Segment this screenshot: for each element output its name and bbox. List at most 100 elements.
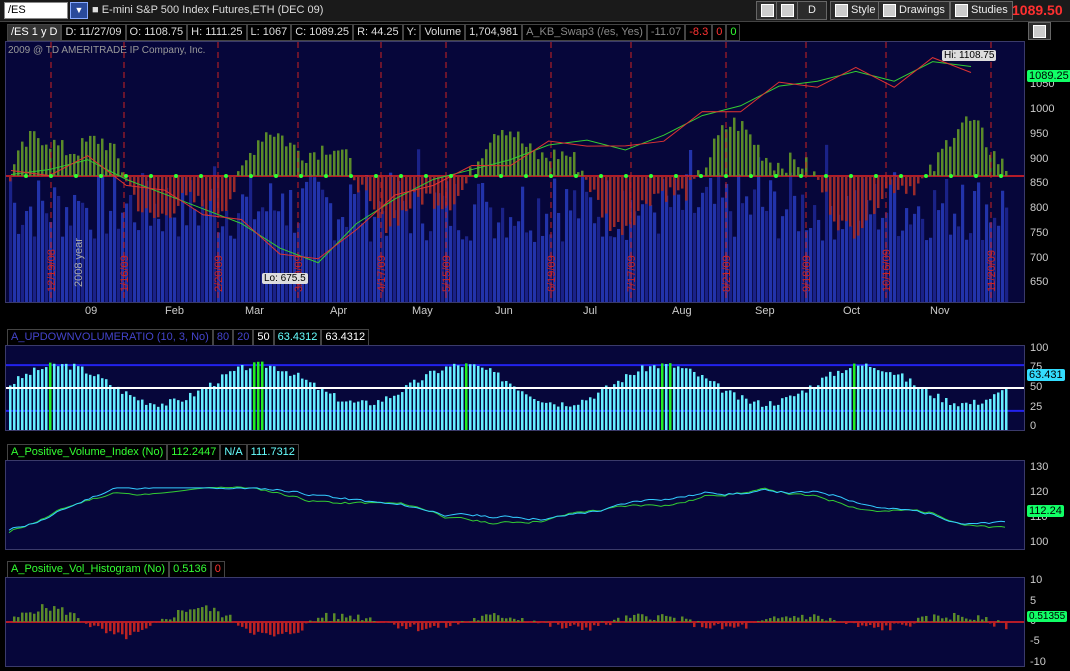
oscillator-bar	[685, 176, 688, 201]
oscillator-bar	[793, 159, 796, 176]
symbol-dropdown-button[interactable]: ▼	[70, 2, 88, 19]
volume-bar	[613, 237, 617, 302]
period-button[interactable]: D	[797, 1, 827, 20]
hist-name[interactable]: A_Positive_Vol_Histogram (No)	[7, 561, 170, 578]
ratio-bar	[337, 401, 340, 430]
hist-bar	[249, 622, 252, 634]
volume-bar	[981, 239, 985, 302]
hist-bar	[197, 608, 200, 622]
studies-label: Studies	[971, 4, 1008, 16]
hist-bar	[121, 622, 124, 635]
ratio-bar	[205, 388, 208, 430]
hist-bar	[613, 619, 616, 622]
ratio-bar	[33, 367, 36, 430]
studies-button[interactable]: Studies	[950, 1, 1013, 20]
oscillator-bar	[673, 176, 676, 196]
oscillator-bar	[845, 176, 848, 222]
oscillator-bar	[453, 176, 456, 205]
pvi-name[interactable]: A_Positive_Volume_Index (No)	[7, 444, 168, 461]
ratio-bar	[373, 404, 376, 430]
signal-dot	[724, 174, 728, 178]
oscillator-bar	[501, 130, 504, 176]
ratio-bar	[945, 398, 948, 430]
ratio-bar	[329, 393, 332, 430]
hist-bar	[117, 622, 120, 633]
hist-bar	[57, 608, 60, 622]
price-pane[interactable]: 2009 @ TD AMERITRADE IP Company, Inc. 12…	[5, 41, 1025, 303]
oscillator-bar	[161, 176, 164, 214]
volume-bar	[101, 174, 105, 302]
ratio-bar	[793, 396, 796, 430]
ratio-bar	[121, 393, 124, 430]
hist-bar	[697, 620, 700, 622]
hist-bar	[705, 622, 708, 629]
rsi-pane[interactable]	[5, 345, 1025, 431]
hist-bar	[789, 617, 792, 622]
oscillator-bar	[293, 144, 296, 176]
oscillator-bar	[565, 155, 568, 176]
ratio-bar	[829, 371, 832, 430]
signal-dot	[549, 174, 553, 178]
zoom-button[interactable]	[776, 1, 799, 20]
volume-bar	[341, 216, 345, 302]
drawings-button[interactable]: Drawings	[878, 1, 950, 20]
pvi-na: N/A	[220, 444, 247, 461]
volume-bar	[209, 188, 213, 302]
oscillator-bar	[133, 176, 136, 195]
hist-pane[interactable]	[5, 577, 1025, 667]
signal-dot	[74, 174, 78, 178]
oscillator-bar	[377, 176, 380, 219]
style-button[interactable]: Style	[830, 1, 881, 20]
chart-symbol-label[interactable]: /ES 1 y D	[7, 24, 62, 41]
axis-tick-label: -10	[1030, 655, 1046, 668]
oscillator-bar	[137, 176, 140, 212]
ratio-bar	[397, 394, 400, 430]
ratio-bar	[809, 385, 812, 430]
volume-bar	[517, 221, 521, 302]
ratio-bar	[321, 387, 324, 430]
date-marker-label: 11/20/09	[986, 250, 998, 292]
hist-bar	[845, 622, 848, 625]
volume-bar	[653, 212, 657, 302]
oscillator-bar	[893, 176, 896, 194]
hist-bar	[661, 614, 664, 622]
last-price: 1089.50	[1012, 2, 1063, 18]
oscillator-bar	[865, 176, 868, 221]
hist-bar	[281, 622, 284, 634]
hist-bar	[593, 622, 596, 626]
pvi-pane[interactable]	[5, 460, 1025, 550]
oscillator-bar	[529, 143, 532, 176]
rsi-name[interactable]: A_UPDOWNVOLUMERATIO (10, 3, No)	[7, 329, 213, 346]
volume-bar	[1005, 207, 1009, 302]
date-marker-label: 10/16/09	[881, 249, 893, 292]
oscillator-bar	[213, 176, 216, 213]
hist-bar	[553, 622, 556, 623]
oscillator-bar	[193, 176, 196, 203]
symbol-input[interactable]: /ES	[4, 2, 68, 19]
hist-bar	[601, 621, 604, 622]
chart-settings-button[interactable]	[1028, 22, 1051, 40]
ratio-bar	[381, 401, 384, 430]
hist-bar	[785, 616, 788, 622]
hist-bar	[393, 622, 396, 625]
axis-tick-label: 700	[1030, 251, 1049, 264]
top-toolbar: /ES ▼ ■ E-mini S&P 500 Index Futures,ETH…	[0, 0, 1070, 22]
volume-bar	[825, 144, 829, 302]
ratio-bar	[609, 387, 612, 430]
volume-bar	[897, 236, 901, 302]
ratio-bar	[209, 382, 212, 430]
ratio-bar	[717, 383, 720, 430]
pvi-avg: 111.7312	[246, 444, 299, 461]
ratio-bar	[557, 406, 560, 430]
hist-bar	[101, 622, 104, 629]
ratio-bar	[725, 390, 728, 430]
volume-bar	[689, 149, 693, 302]
hist-bar	[769, 618, 772, 622]
ratio-bar	[349, 400, 352, 430]
studies-icon	[955, 4, 968, 17]
ratio-bar	[749, 403, 752, 430]
oscillator-bar	[829, 176, 832, 215]
hist-bar	[993, 622, 996, 627]
oscillator-bar	[917, 176, 920, 184]
ratio-bar	[621, 382, 624, 430]
